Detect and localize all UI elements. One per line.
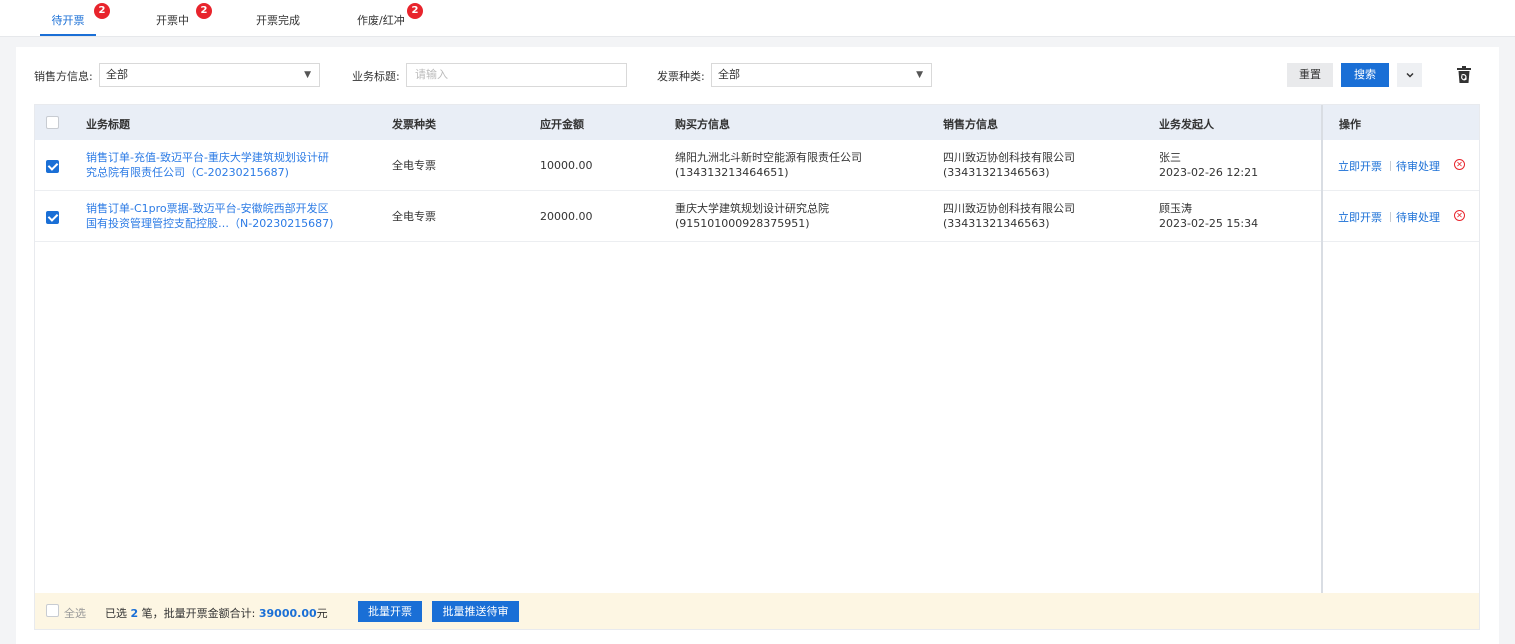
col-header-initiator: 业务发起人 xyxy=(1159,118,1214,131)
title-filter-label: 业务标题: xyxy=(352,70,400,83)
title-input-placeholder: 请输入 xyxy=(415,68,448,81)
select-all-checkbox[interactable] xyxy=(46,604,59,617)
type-filter-label: 发票种类: xyxy=(657,70,705,83)
col-header-type: 发票种类 xyxy=(392,118,436,131)
row-title-link[interactable]: 销售订单-充值-致迈平台-重庆大学建筑规划设计研 究总院有限责任公司（C-202… xyxy=(86,150,329,180)
row-initiator: 顾玉涛 2023-02-25 15:34 xyxy=(1159,201,1258,231)
row-amount: 20000.00 xyxy=(540,210,593,223)
row-buyer: 重庆大学建筑规划设计研究总院 (915101000928375951) xyxy=(675,201,829,231)
row-seller-id: (33431321346563) xyxy=(943,166,1050,179)
title-input[interactable]: 请输入 xyxy=(406,63,627,87)
col-header-buyer: 购买方信息 xyxy=(675,118,730,131)
header-checkbox[interactable] xyxy=(46,116,59,129)
invoice-table: 业务标题 发票种类 应开金额 购买方信息 销售方信息 业务发起人 操作 销售订单… xyxy=(34,104,1480,630)
tab-badge: 2 xyxy=(94,3,110,19)
row-title-line: 销售订单-充值-致迈平台-重庆大学建筑规划设计研 xyxy=(86,151,329,164)
total-unit: 元 xyxy=(316,607,328,620)
recycle-bin-icon-svg xyxy=(1457,66,1471,83)
row-seller-id: (33431321346563) xyxy=(943,217,1050,230)
batch-push-review-button[interactable]: 批量推送待审 xyxy=(432,601,519,622)
col-header-amount: 应开金额 xyxy=(540,118,584,131)
row-initiator-time: 2023-02-26 12:21 xyxy=(1159,166,1259,179)
remove-icon[interactable]: ✕ xyxy=(1454,159,1465,170)
col-header-seller: 销售方信息 xyxy=(943,118,998,131)
action-separator xyxy=(1390,161,1391,171)
select-all-label: 全选 xyxy=(64,607,86,620)
col-header-actions: 操作 xyxy=(1339,118,1361,131)
selected-suffix: 笔，批量开票金额合计: xyxy=(141,607,256,620)
total-amount: 39000.00 xyxy=(258,607,317,620)
row-title-line: 究总院有限责任公司（C-20230215687) xyxy=(86,166,289,179)
row-buyer-id: (134313213464651) xyxy=(675,166,789,179)
invoice-now-link[interactable]: 立即开票 xyxy=(1338,209,1382,225)
chevron-down-icon xyxy=(1405,72,1414,78)
tab-label: 作废/红冲 xyxy=(357,14,405,27)
seller-select-value: 全部 xyxy=(106,68,128,81)
selected-count: 2 xyxy=(130,607,139,620)
batch-invoice-button[interactable]: 批量开票 xyxy=(358,601,422,622)
tab-void-red[interactable]: 作废/红冲 2 xyxy=(357,3,423,36)
batch-footer: 全选 已选 2 笔，批量开票金额合计: 39000.00元 批量开票 批量推送待… xyxy=(35,593,1479,629)
row-buyer-name: 重庆大学建筑规划设计研究总院 xyxy=(675,202,829,215)
invoice-now-link[interactable]: 立即开票 xyxy=(1338,158,1382,174)
row-initiator: 张三 2023-02-26 12:21 xyxy=(1159,150,1258,180)
row-seller: 四川致迈协创科技有限公司 (33431321346563) xyxy=(943,150,1075,180)
tab-label: 待开票 xyxy=(51,14,85,27)
row-checkbox[interactable] xyxy=(46,160,59,173)
table-row: 销售订单-充值-致迈平台-重庆大学建筑规划设计研 究总院有限责任公司（C-202… xyxy=(35,140,1479,191)
table-row: 销售订单-C1pro票据-致迈平台-安徽皖西部开发区 国有投资管理管控支配控股…… xyxy=(35,191,1479,242)
caret-down-icon: ▼ xyxy=(916,70,923,80)
tab-badge: 2 xyxy=(196,3,212,19)
row-type: 全电专票 xyxy=(392,210,436,223)
expand-filters-button[interactable] xyxy=(1397,63,1422,87)
tab-pending[interactable]: 待开票 2 xyxy=(40,3,110,36)
row-title-link[interactable]: 销售订单-C1pro票据-致迈平台-安徽皖西部开发区 国有投资管理管控支配控股…… xyxy=(86,201,333,231)
seller-filter-label: 销售方信息: xyxy=(34,70,93,83)
table-header: 业务标题 发票种类 应开金额 购买方信息 销售方信息 业务发起人 操作 xyxy=(35,105,1479,140)
row-buyer-name: 绵阳九洲北斗新时空能源有限责任公司 xyxy=(675,151,862,164)
tab-badge: 2 xyxy=(407,3,423,19)
recycle-bin-icon[interactable] xyxy=(1456,66,1472,84)
fixed-column-divider xyxy=(1321,105,1323,593)
row-initiator-name: 张三 xyxy=(1159,151,1181,164)
row-initiator-name: 顾玉涛 xyxy=(1159,202,1192,215)
row-title-line: 国有投资管理管控支配控股…（N-20230215687) xyxy=(86,217,334,230)
row-initiator-time: 2023-02-25 15:34 xyxy=(1159,217,1259,230)
action-separator xyxy=(1390,212,1391,222)
seller-select[interactable]: 全部 ▼ xyxy=(99,63,320,87)
col-header-title: 业务标题 xyxy=(86,118,130,131)
row-type: 全电专票 xyxy=(392,159,436,172)
row-seller-name: 四川致迈协创科技有限公司 xyxy=(943,151,1075,164)
tab-label: 开票完成 xyxy=(256,14,300,27)
row-title-line: 销售订单-C1pro票据-致迈平台-安徽皖西部开发区 xyxy=(86,202,329,215)
row-checkbox[interactable] xyxy=(46,211,59,224)
tab-in-progress[interactable]: 开票中 2 xyxy=(156,3,212,36)
invoice-type-value: 全部 xyxy=(718,68,740,81)
row-amount: 10000.00 xyxy=(540,159,593,172)
tab-label: 开票中 xyxy=(156,14,189,27)
caret-down-icon: ▼ xyxy=(304,70,311,80)
row-buyer: 绵阳九洲北斗新时空能源有限责任公司 (134313213464651) xyxy=(675,150,862,180)
tab-completed[interactable]: 开票完成 xyxy=(256,12,300,36)
search-button[interactable]: 搜索 xyxy=(1341,63,1389,87)
review-link[interactable]: 待审处理 xyxy=(1396,158,1440,174)
reset-button[interactable]: 重置 xyxy=(1287,63,1333,87)
remove-icon[interactable]: ✕ xyxy=(1454,210,1465,221)
row-buyer-id: (915101000928375951) xyxy=(675,217,810,230)
row-seller: 四川致迈协创科技有限公司 (33431321346563) xyxy=(943,201,1075,231)
row-seller-name: 四川致迈协创科技有限公司 xyxy=(943,202,1075,215)
status-tabs: 待开票 2 开票中 2 开票完成 作废/红冲 2 xyxy=(0,0,1515,37)
review-link[interactable]: 待审处理 xyxy=(1396,209,1440,225)
selection-summary: 已选 2 笔，批量开票金额合计: 39000.00元 xyxy=(105,605,328,621)
selected-prefix: 已选 xyxy=(105,607,127,620)
invoice-type-select[interactable]: 全部 ▼ xyxy=(711,63,932,87)
